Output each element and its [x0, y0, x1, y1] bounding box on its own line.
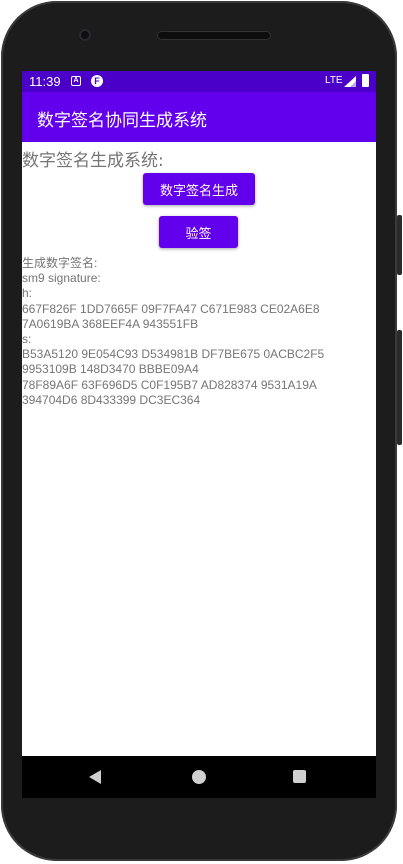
output-line: s:	[22, 332, 32, 347]
output-line: 78F89A6F 63F696D5 C0F195B7 AD828374 9531…	[22, 377, 317, 392]
output-line: h:	[22, 286, 33, 301]
page-heading: 数字签名生成系统:	[22, 151, 164, 171]
status-bar: 11:39 A F LTE	[22, 71, 376, 92]
output-line: 生成数字签名:	[22, 256, 98, 270]
phone-frame: 11:39 A F LTE 数字签名协同生成系统 数字签名生成系统: 数字签名生…	[0, 0, 403, 864]
earpiece-speaker	[157, 31, 271, 40]
volume-button[interactable]	[397, 330, 402, 445]
output-line: 9953109B 148D3470 BBBE09A4	[22, 362, 199, 377]
generate-signature-button[interactable]: 数字签名生成	[143, 173, 255, 205]
app-bar: 数字签名协同生成系统	[22, 92, 376, 142]
power-button[interactable]	[397, 215, 402, 275]
notification-f-icon: F	[91, 75, 103, 87]
signal-icon	[344, 76, 356, 87]
screen: 11:39 A F LTE 数字签名协同生成系统 数字签名生成系统: 数字签名生…	[22, 71, 376, 756]
output-line: 7A0619BA 368EEF4A 943551FB	[22, 316, 199, 331]
status-time: 11:39	[29, 74, 61, 89]
notification-a-icon: A	[71, 76, 81, 86]
recents-square-icon[interactable]	[293, 770, 306, 783]
output-line: 667F826F 1DD7665F 09F7FA47 C671E983 CE02…	[22, 301, 320, 316]
signature-output: 生成数字签名: sm9 signature: h: 667F826F 1DD76…	[22, 256, 374, 408]
network-type: LTE	[325, 75, 343, 86]
front-camera-icon	[79, 29, 91, 41]
verify-signature-button[interactable]: 验签	[159, 216, 238, 248]
back-triangle-icon[interactable]	[89, 770, 101, 784]
home-circle-icon[interactable]	[192, 770, 206, 784]
output-line: 394704D6 8D433399 DC3EC364	[22, 392, 201, 407]
navigation-bar	[22, 756, 376, 798]
output-line: B53A5120 9E054C93 D534981B DF7BE675 0ACB…	[22, 347, 325, 362]
battery-icon	[362, 74, 369, 87]
output-line: sm9 signature:	[22, 271, 101, 286]
app-title: 数字签名协同生成系统	[37, 111, 207, 131]
